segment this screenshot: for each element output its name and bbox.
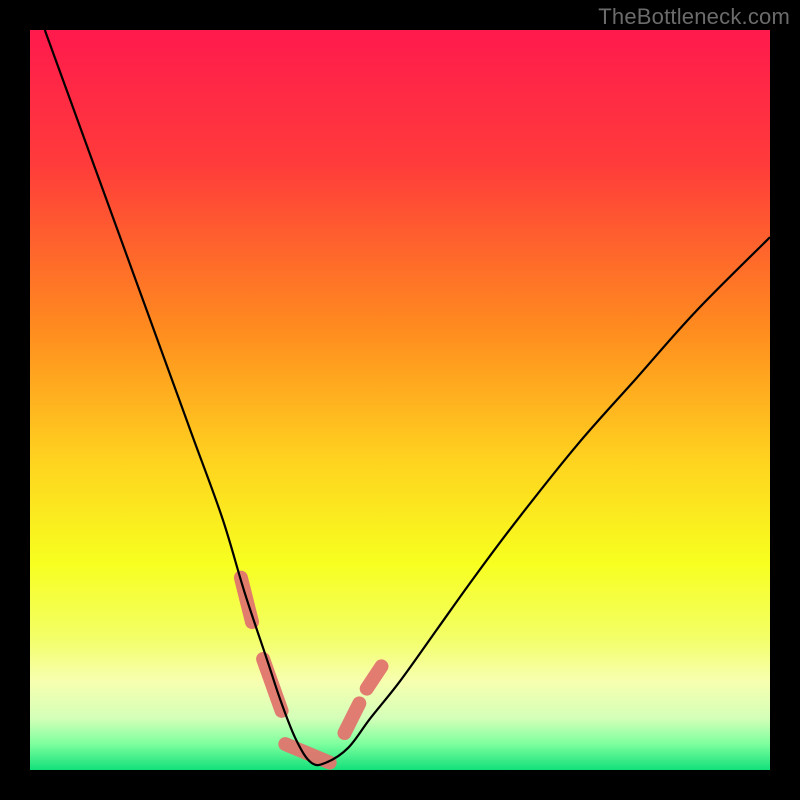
plot-area — [30, 30, 770, 770]
marker-group — [241, 578, 382, 763]
bottleneck-curve — [45, 30, 770, 765]
app-frame: TheBottleneck.com — [0, 0, 800, 800]
highlight-left-2 — [263, 659, 282, 711]
highlight-right-1 — [345, 703, 360, 733]
highlight-right-2 — [367, 666, 382, 688]
watermark-label: TheBottleneck.com — [598, 4, 790, 30]
chart-svg — [30, 30, 770, 770]
